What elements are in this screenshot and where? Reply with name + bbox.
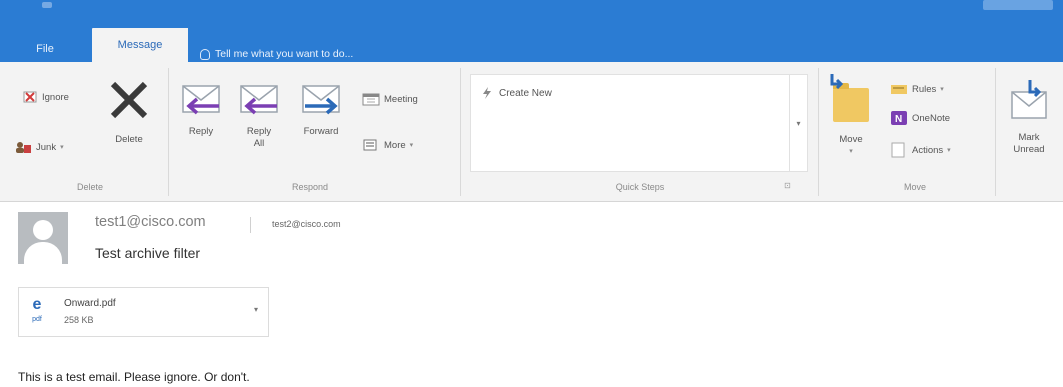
tab-file[interactable]: File [20,36,70,62]
attachment-size: 258 KB [64,315,94,325]
tell-me-search[interactable]: Tell me what you want to do... [200,48,353,60]
edge-pdf-icon: e [32,296,42,313]
more-label: More [384,139,406,151]
quick-steps-scroll-down[interactable]: ▾ [789,75,807,171]
ignore-label: Ignore [42,91,69,103]
delete-label: Delete [115,134,143,145]
mark-unread-label-1: Mark [1018,132,1040,143]
reply-all-label-1: Reply [246,126,272,137]
actions-button[interactable]: Actions ▾ [890,142,951,158]
tab-message[interactable]: Message [92,28,188,62]
group-separator [168,68,169,196]
forward-label: Forward [303,126,339,137]
delete-button[interactable]: Delete [104,78,154,146]
more-respond-button[interactable]: More ▾ [362,138,413,152]
onenote-button[interactable]: N OneNote [890,110,950,126]
group-separator [995,68,996,196]
group-separator [460,68,461,196]
onenote-icon: N [891,111,907,125]
rules-button[interactable]: Rules ▾ [890,82,944,96]
reply-label: Reply [188,126,214,137]
junk-button[interactable]: Junk ▾ [14,140,64,154]
attachment-card[interactable]: e pdf Onward.pdf 258 KB ▾ [18,287,269,337]
meeting-button[interactable]: Meeting [362,92,418,106]
move-label: Move [839,134,863,145]
quick-steps-launcher-icon[interactable]: ⊡ [784,181,791,190]
move-button[interactable]: Move ▾ [826,74,876,158]
sender-address[interactable]: test1@cisco.com [95,214,206,230]
message-body: This is a test email. Please ignore. Or … [18,370,250,384]
junk-dropdown-icon[interactable]: ▾ [60,143,64,151]
actions-label: Actions [912,144,944,156]
mark-unread-icon [1011,80,1047,119]
junk-label: Junk [36,141,57,153]
forward-icon [302,85,340,115]
create-new-label: Create New [499,87,552,99]
attachment-extension: pdf [32,316,42,323]
reply-icon [182,85,220,115]
quick-step-create-new[interactable]: Create New [481,87,552,99]
ignore-icon [23,91,37,103]
lightbulb-icon [200,48,210,60]
delete-group-label: Delete [76,182,103,192]
attachment-filename: Onward.pdf [64,298,116,309]
title-bar [0,0,1063,12]
sender-avatar [18,212,68,264]
tell-me-label: Tell me what you want to do... [215,48,354,60]
account-area[interactable] [983,0,1053,10]
respond-group-label: Respond [291,182,329,192]
quick-access-icon[interactable] [42,2,52,8]
reply-button[interactable]: Reply [178,78,224,138]
onenote-label: OneNote [912,112,951,124]
rules-icon [891,85,907,94]
rules-label: Rules [912,83,937,95]
ribbon: Ignore Junk ▾ Delete Delete Reply Reply … [0,62,1063,202]
mark-unread-label-2: Unread [1013,144,1045,155]
more-respond-icon [363,139,377,151]
meeting-label: Meeting [384,93,418,105]
junk-icon [16,142,31,153]
group-separator [818,68,819,196]
reply-all-label-2: All [253,138,265,149]
move-folder-icon [828,74,874,124]
message-subject: Test archive filter [95,245,201,261]
more-dropdown-icon[interactable]: ▾ [410,141,414,149]
quick-steps-group-label: Quick Steps [615,182,665,192]
lightning-icon [483,87,491,99]
forward-button[interactable]: Forward [296,78,346,138]
rules-dropdown-icon[interactable]: ▾ [940,85,944,93]
move-dropdown-icon[interactable]: ▾ [826,146,876,158]
header-divider [250,217,251,233]
reply-all-icon [240,85,278,115]
meeting-calendar-icon [362,93,380,106]
quick-steps-gallery: Create New ▾ [470,74,808,172]
recipient-address[interactable]: test2@cisco.com [272,219,341,229]
ribbon-tab-strip: File Message Tell me what you want to do… [0,12,1063,62]
svg-text:N: N [895,114,902,125]
reply-all-button[interactable]: Reply All [236,78,282,150]
move-group-label: Move [903,182,926,192]
delete-x-icon [110,81,148,119]
actions-icon [891,142,905,158]
mark-unread-button[interactable]: Mark Unread [1002,78,1056,156]
ignore-button[interactable]: Ignore [22,90,69,104]
attachment-options-chevron-icon[interactable]: ▾ [254,305,258,314]
actions-dropdown-icon[interactable]: ▾ [947,146,951,154]
